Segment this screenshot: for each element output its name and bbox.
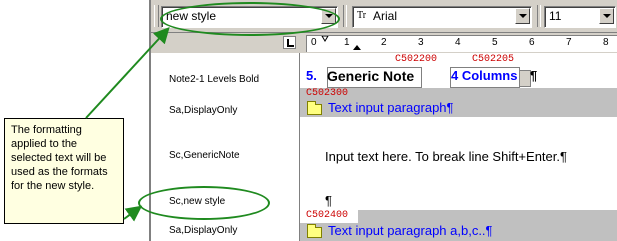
arrow-to-style-box bbox=[85, 27, 170, 119]
annotation-arrows bbox=[85, 27, 170, 222]
arrow-to-style-row bbox=[123, 205, 143, 222]
